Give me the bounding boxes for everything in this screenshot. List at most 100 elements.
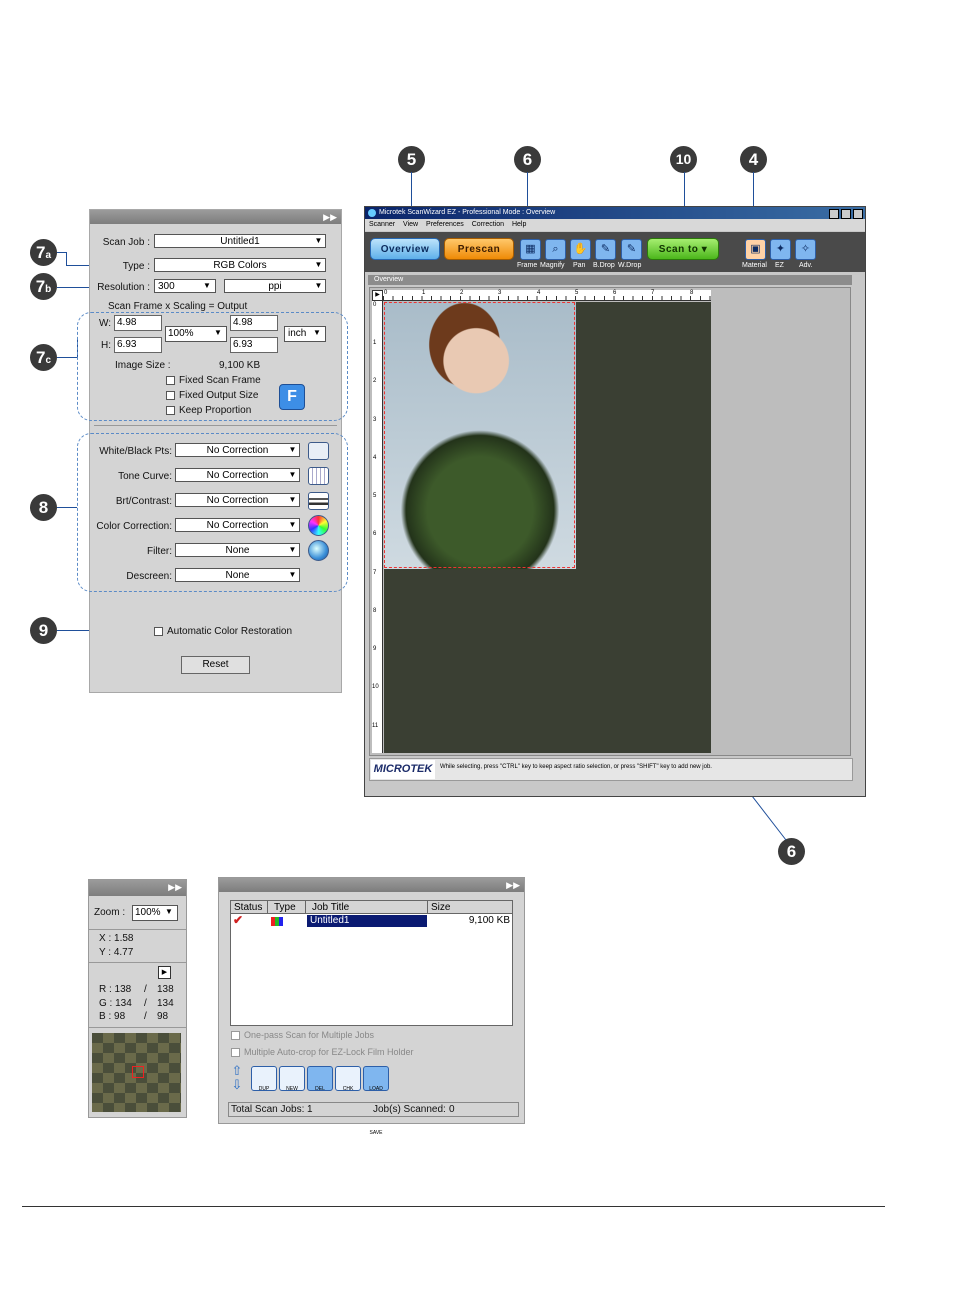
zoom-select[interactable]: 100% ▼ — [132, 905, 178, 921]
queue-panel-header: ▶▶ — [219, 878, 524, 892]
advanced-mode-icon[interactable]: ✧ — [795, 239, 816, 260]
ruler-x-7: 7 — [651, 290, 655, 296]
delete-job-button[interactable]: DEL — [307, 1066, 333, 1092]
total-scan-jobs-label: Total Scan Jobs: — [231, 1104, 305, 1115]
cursor-y: Y : 4.77 — [99, 947, 134, 958]
total-scan-jobs-value: 1 — [307, 1104, 313, 1115]
material-icon[interactable]: ▣ — [745, 239, 766, 260]
acr-label: Automatic Color Restoration — [167, 626, 293, 637]
pan-label: Pan — [573, 262, 586, 269]
green-slash: / — [144, 998, 147, 1009]
info-panel: ▶▶ Zoom : 100% ▼ X : 1.58 Y : 4.77 ▶ R : … — [88, 879, 187, 1118]
app-icon — [368, 209, 376, 217]
ruler-x-8: 8 — [690, 290, 694, 296]
load-save-button[interactable]: LOAD SAVE — [363, 1066, 389, 1136]
scan-job-select[interactable]: Untitled1 ▼ — [154, 234, 326, 248]
red-slash: / — [144, 984, 147, 995]
ez-mode-icon[interactable]: ✦ — [770, 239, 791, 260]
menu-correction[interactable]: Correction — [472, 221, 504, 228]
prescan-button[interactable]: Prescan — [444, 238, 514, 260]
type-select[interactable]: RGB Colors ▼ — [154, 258, 326, 272]
column-header-type[interactable]: Type — [268, 901, 306, 914]
column-header-size[interactable]: Size — [428, 901, 512, 914]
collapse-icon[interactable]: ▶▶ — [168, 881, 182, 893]
acr-checkbox[interactable] — [154, 627, 163, 636]
chevron-down-icon: ▾ — [701, 244, 708, 255]
divider — [89, 1027, 186, 1028]
scan-frame-selection[interactable] — [384, 302, 575, 568]
collapse-icon[interactable]: ▶▶ — [323, 211, 337, 223]
wdrop-label: W.Drop — [618, 262, 642, 269]
duplicate-job-button[interactable]: DUP — [251, 1066, 277, 1092]
ruler-y-6: 6 — [373, 531, 377, 537]
divider — [89, 929, 186, 930]
ruler-x-6: 6 — [613, 290, 617, 296]
ez-label: EZ — [775, 262, 784, 269]
multiple-autocrop-checkbox[interactable] — [231, 1048, 240, 1057]
pixel-marker — [132, 1066, 144, 1078]
ruler-x-2: 2 — [460, 290, 464, 296]
jobs-scanned-label: Job(s) Scanned: — [373, 1104, 446, 1115]
minimize-icon[interactable] — [829, 209, 840, 219]
collapse-icon[interactable]: ▶▶ — [506, 879, 520, 891]
scan-to-button[interactable]: Scan to ▾ — [647, 238, 719, 260]
column-header-job-title[interactable]: Job Title — [306, 901, 428, 914]
maximize-icon[interactable] — [841, 209, 852, 219]
check-job-button[interactable]: CHK — [335, 1066, 361, 1092]
chevron-down-icon: ▼ — [313, 260, 324, 270]
frame-icon[interactable]: ▦ — [520, 239, 541, 260]
resolution-select[interactable]: 300 ▼ — [154, 279, 216, 293]
move-up-down-icon[interactable]: ⇧ ⇩ — [230, 1064, 244, 1092]
green-value-2: 134 — [157, 998, 174, 1009]
pan-icon[interactable]: ✋ — [570, 239, 591, 260]
black-dropper-icon[interactable]: ✎ — [595, 239, 616, 260]
bdrop-label: B.Drop — [593, 262, 615, 269]
adv-label: Adv. — [799, 262, 813, 269]
new-job-button[interactable]: NEW — [279, 1066, 305, 1092]
overview-canvas[interactable]: ▶ 0 1 2 3 4 5 6 7 8 0 1 2 3 4 5 6 7 8 9 … — [369, 287, 851, 756]
scanwizard-window: Microtek ScanWizard EZ - Professional Mo… — [364, 206, 866, 797]
toolbar: Overview Prescan ▦ ⌕ ✋ ✎ ✎ Scan to ▾ ▣ ✦… — [365, 232, 865, 272]
rgb-type-icon — [271, 917, 283, 926]
play-icon[interactable]: ▶ — [158, 966, 171, 979]
ruler-y-2: 2 — [373, 378, 377, 384]
queue-table: Status Type Job Title Size ✔ Untitled1 9… — [230, 900, 513, 1026]
scan-frame-header: Scan Frame x Scaling = Output — [108, 301, 248, 312]
reset-button[interactable]: Reset — [181, 656, 250, 674]
queue-status-bar: Total Scan Jobs: 1 Job(s) Scanned: 0 — [228, 1102, 519, 1117]
close-icon[interactable] — [853, 209, 863, 219]
red-value-2: 138 — [157, 984, 174, 995]
magnifier-preview — [92, 1033, 181, 1112]
resolution-label: Resolution : — [97, 282, 150, 293]
one-pass-checkbox[interactable] — [231, 1031, 240, 1040]
chevron-down-icon: ▼ — [313, 281, 324, 291]
divider — [89, 962, 186, 963]
horizontal-ruler: 0 1 2 3 4 5 6 7 8 — [383, 290, 711, 301]
chevron-down-icon: ▼ — [203, 281, 214, 291]
magnify-label: Magnify — [540, 262, 565, 269]
one-pass-label: One-pass Scan for Multiple Jobs — [244, 1030, 375, 1040]
overview-button[interactable]: Overview — [370, 238, 440, 260]
magnify-icon[interactable]: ⌕ — [545, 239, 566, 260]
info-panel-header: ▶▶ — [89, 880, 186, 896]
menu-view[interactable]: View — [403, 221, 418, 228]
ruler-y-3: 3 — [373, 417, 377, 423]
menu-scanner[interactable]: Scanner — [369, 221, 395, 228]
white-dropper-icon[interactable]: ✎ — [621, 239, 642, 260]
group-8-frame — [77, 433, 348, 592]
type-label: Type : — [122, 261, 150, 272]
ruler-y-5: 5 — [373, 493, 377, 499]
menu-help[interactable]: Help — [512, 221, 526, 228]
ruler-y-9: 9 — [373, 646, 377, 652]
ruler-y-4: 4 — [373, 455, 377, 461]
table-row[interactable]: ✔ Untitled1 9,100 KB — [231, 913, 512, 927]
ruler-x-3: 3 — [498, 290, 502, 296]
ruler-x-0: 0 — [384, 290, 388, 296]
menu-preferences[interactable]: Preferences — [426, 221, 464, 228]
ruler-x-4: 4 — [537, 290, 541, 296]
material-label: Material — [742, 262, 767, 269]
size-cell: 9,100 KB — [468, 915, 510, 926]
resolution-unit-select[interactable]: ppi ▼ — [224, 279, 326, 293]
ruler-y-7: 7 — [373, 570, 377, 576]
ruler-corner-icon[interactable]: ▶ — [372, 290, 383, 301]
